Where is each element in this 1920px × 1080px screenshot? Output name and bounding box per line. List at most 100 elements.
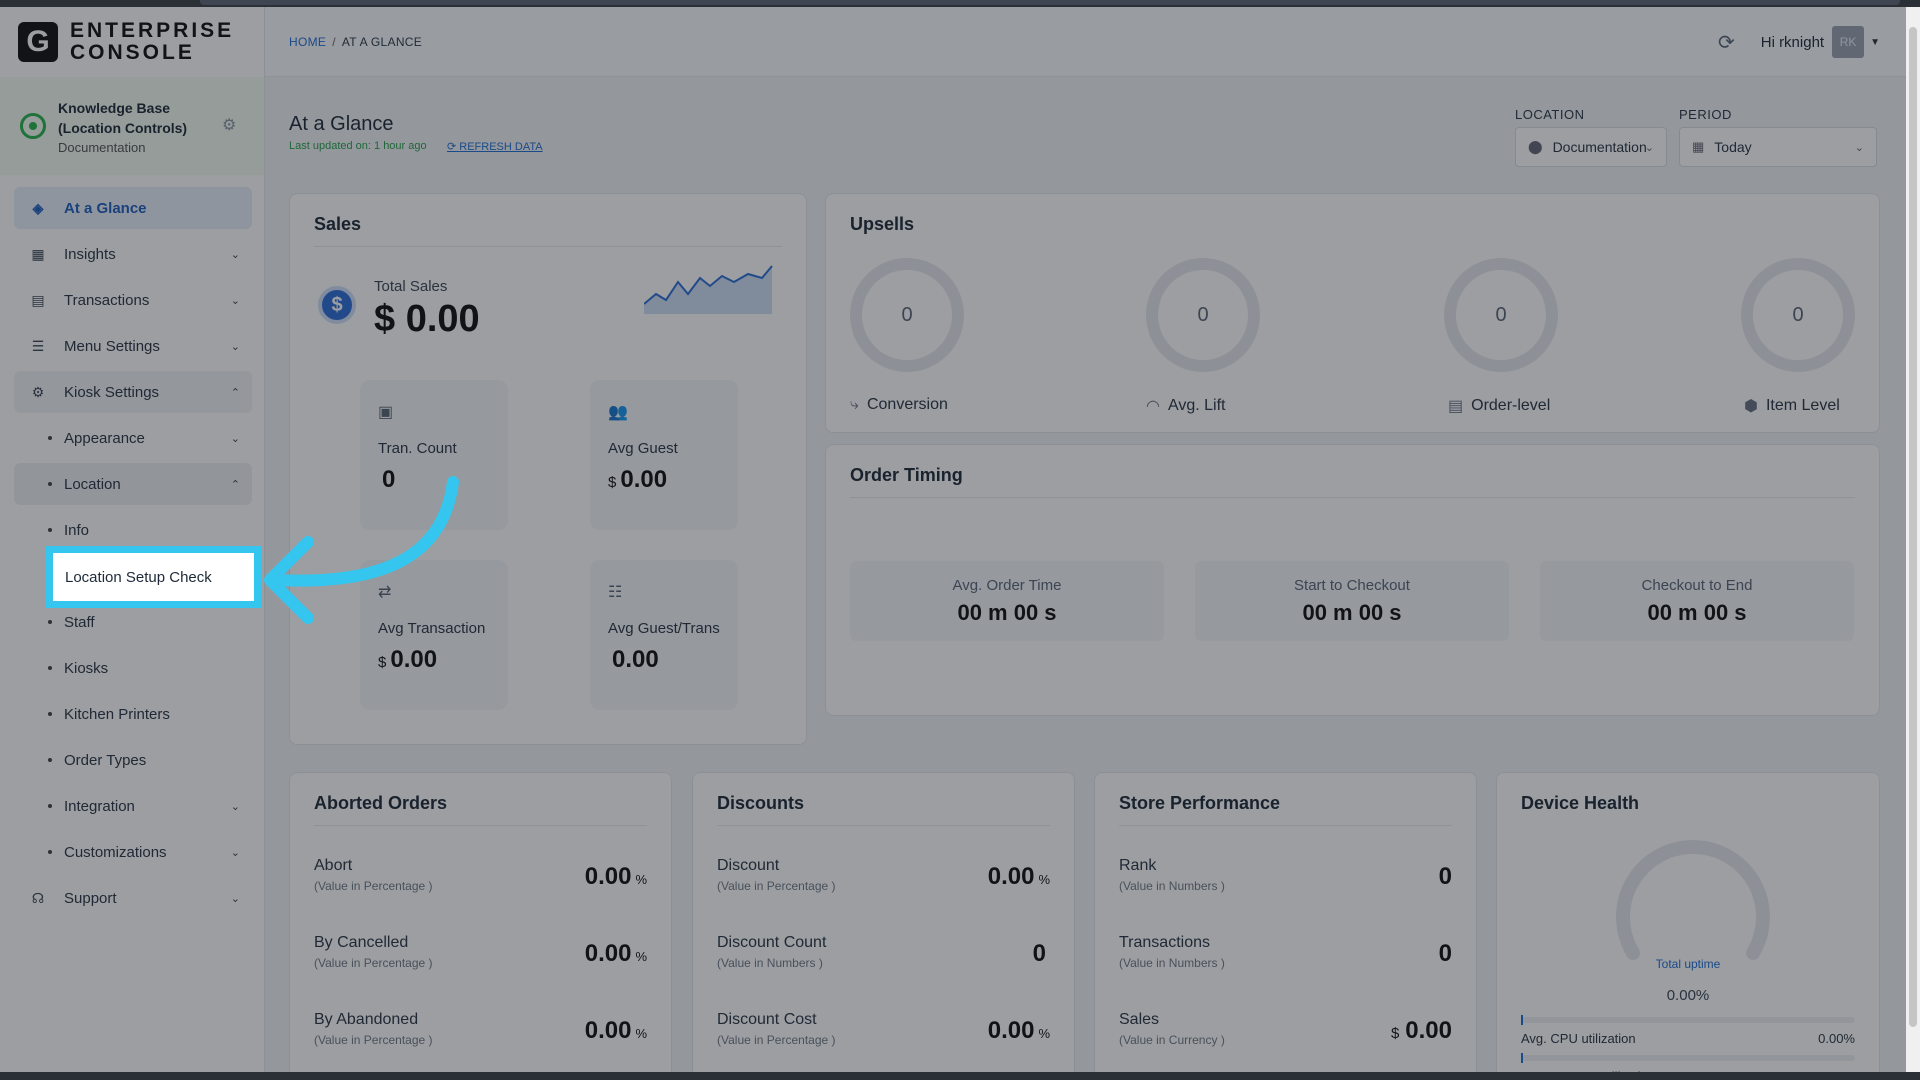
metric-number: 0.00	[1405, 1017, 1452, 1044]
avg-lift-ring: 0	[1146, 258, 1260, 372]
store-name: Knowledge Base (Location Controls)	[58, 99, 188, 136]
headset-icon: ☊	[31, 889, 45, 906]
scrollbar-thumb[interactable]	[1909, 27, 1917, 1027]
metric-label: Discount Cost	[717, 1011, 817, 1028]
sidebar-item-integration[interactable]: Integration ⌄	[14, 785, 252, 827]
chevron-up-icon: ⌃	[230, 478, 240, 491]
sidebar-item-customizations[interactable]: Customizations ⌄	[14, 831, 252, 873]
store-switcher[interactable]: Knowledge Base (Location Controls) Docum…	[0, 77, 264, 175]
caret-down-icon[interactable]: ▼	[1870, 37, 1880, 48]
metric-value: $0.00	[1391, 1017, 1452, 1045]
sidebar-item-label: Insights	[64, 245, 116, 263]
gear-icon: ⚙	[31, 383, 45, 400]
metric-label: Discount	[717, 857, 780, 874]
sidebar-item-appearance[interactable]: Appearance ⌄	[14, 417, 252, 459]
guests-icon: 👥	[608, 404, 628, 421]
user-greeting[interactable]: Hi rknight	[1761, 34, 1824, 51]
metric-label: Discount Count	[717, 934, 827, 951]
sidebar-item-kiosk-settings[interactable]: ⚙ Kiosk Settings ⌃	[14, 371, 252, 413]
main-content: HOME / AT A GLANCE ⟳ Hi rknight RK ▼ At a …	[265, 7, 1920, 1080]
page-scrollbar[interactable]	[1906, 7, 1920, 1072]
sidebar-item-at-a-glance[interactable]: ◈ At a Glance	[14, 187, 252, 229]
sidebar-item-kiosks[interactable]: Kiosks	[14, 647, 252, 689]
sales-sparkline	[644, 265, 773, 314]
avg-guest-tile: 👥 Avg Guest $0.00	[590, 380, 738, 530]
upsells-card: Upsells 0 0 0 0 ⤷ Conversion ◠ Avg. Lift ▤…	[825, 193, 1880, 433]
sidebar-item-label: Kiosks	[64, 659, 109, 677]
chevron-down-icon: ⌄	[230, 892, 240, 905]
bullet-icon	[48, 850, 52, 854]
upsells-title: Upsells	[850, 214, 915, 234]
sync-icon[interactable]: ⟳	[1718, 30, 1735, 55]
tile-value: $0.00	[608, 466, 667, 494]
start-to-checkout-box: Start to Checkout 00 m 00 s	[1195, 561, 1509, 641]
chevron-down-icon: ⌄	[1644, 141, 1654, 154]
receipt-icon: ▤	[31, 291, 45, 308]
sidebar-item-order-types[interactable]: Order Types	[14, 739, 252, 781]
calendar-icon: ▦	[1692, 139, 1705, 154]
period-filter-label: PERIOD	[1679, 107, 1732, 122]
sidebar-item-menu-settings[interactable]: ☰ Menu Settings ⌄	[14, 325, 252, 367]
sidebar-item-location[interactable]: Location ⌃	[14, 463, 252, 505]
avatar[interactable]: RK	[1832, 26, 1865, 58]
menu-icon: ☰	[31, 337, 45, 354]
brand[interactable]: G ENTERPRISE CONSOLE	[0, 7, 264, 77]
order-level-ring: 0	[1444, 258, 1558, 372]
sidebar-item-location-setup-check[interactable]: Location Setup Check	[46, 546, 261, 608]
item-level-ring: 0	[1741, 258, 1855, 372]
location-select[interactable]: ⬤ Documentation ⌄	[1515, 127, 1667, 167]
period-select-value: Today	[1714, 139, 1752, 155]
bullet-icon	[48, 436, 52, 440]
sidebar-item-label: At a Glance	[64, 199, 147, 217]
by-cancelled-metric: By Cancelled (Value in Percentage ) 0.00…	[314, 934, 647, 994]
lift-icon: ◠	[1146, 398, 1160, 415]
metric-label: Sales	[1119, 1011, 1160, 1028]
conversion-ring: 0	[850, 258, 964, 372]
store-performance-card: Store Performance Rank (Value in Numbers…	[1094, 772, 1477, 1080]
tile-currency: $	[378, 654, 387, 671]
sidebar-item-insights[interactable]: ▦ Insights ⌄	[14, 233, 252, 275]
chevron-up-icon: ⌃	[230, 386, 240, 399]
sidebar-item-label: Integration	[64, 797, 135, 815]
order-level-label: ▤ Order-level	[1448, 396, 1550, 416]
callout-arrow-icon	[264, 476, 459, 624]
sidebar-item-transactions[interactable]: ▤ Transactions ⌄	[14, 279, 252, 321]
metric-unit: %	[635, 1026, 647, 1041]
discount-metric: Discount (Value in Percentage ) 0.00%	[717, 857, 1050, 917]
refresh-data-label: REFRESH DATA	[459, 141, 543, 153]
uptime-label: Total uptime	[1655, 957, 1721, 971]
metric-label: Abort	[314, 857, 353, 874]
sidebar-item-label: Order Types	[64, 751, 147, 769]
tile-label: Tran. Count	[378, 440, 457, 457]
sidebar-item-label: Location Setup Check	[65, 568, 212, 586]
sidebar-item-support[interactable]: ☊ Support ⌄	[14, 877, 252, 919]
avg-guest-trans-tile: ☷ Avg Guest/Trans 0.00	[590, 560, 738, 710]
metric-value: 0	[1433, 940, 1452, 968]
sidebar-item-kitchen-printers[interactable]: Kitchen Printers	[14, 693, 252, 735]
chevron-down-icon: ⌄	[230, 340, 240, 353]
breadcrumb-separator: /	[332, 34, 336, 49]
metric-sub: (Value in Numbers )	[1119, 879, 1225, 893]
sidebar-item-label: Support	[64, 889, 117, 907]
item-level-label: ⬢ Item Level	[1744, 396, 1840, 416]
chevron-down-icon: ⌄	[230, 800, 240, 813]
page-title: At a Glance	[289, 113, 394, 135]
tile-label: Avg Guest/Trans	[608, 620, 720, 637]
brand-logo: G	[18, 22, 58, 62]
gear-icon[interactable]: ⚙	[222, 115, 236, 135]
by-abandoned-metric: By Abandoned (Value in Percentage ) 0.00…	[314, 1011, 647, 1071]
refresh-data-link[interactable]: ⟳ REFRESH DATA	[447, 140, 543, 153]
device-health-card: Device Health Total uptime 0.00% Avg. CP…	[1496, 772, 1880, 1080]
metric-value: 0.00%	[988, 1017, 1050, 1045]
refresh-icon: ⟳	[447, 141, 460, 153]
timing-label: Checkout to End	[1641, 577, 1753, 594]
tile-value-number: 0.00	[612, 646, 659, 673]
breadcrumb-home[interactable]: HOME	[289, 35, 326, 49]
location-pin-icon	[20, 113, 46, 139]
browser-tab-bar	[200, 0, 1900, 5]
rank-metric: Rank (Value in Numbers ) 0	[1119, 857, 1452, 917]
period-select[interactable]: ▦ Today ⌄	[1679, 127, 1877, 167]
bullet-icon	[48, 804, 52, 808]
sidebar-item-info[interactable]: Info	[14, 509, 252, 551]
store-performance-title: Store Performance	[1119, 793, 1281, 813]
